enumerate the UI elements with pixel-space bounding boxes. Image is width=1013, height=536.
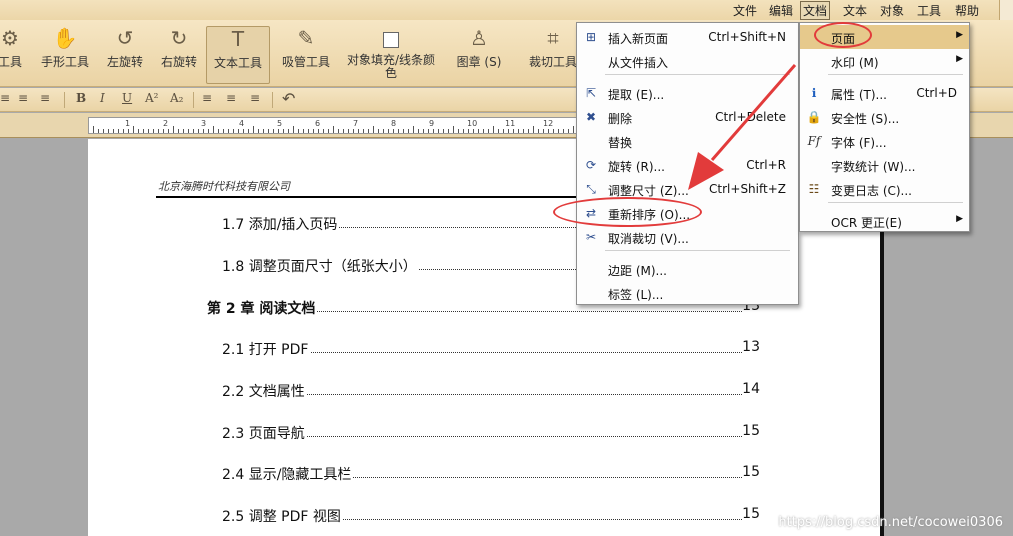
annotation-arrow (688, 64, 797, 190)
watermark-text: https://blog.csdn.net/cocowei0306 (778, 515, 1003, 530)
